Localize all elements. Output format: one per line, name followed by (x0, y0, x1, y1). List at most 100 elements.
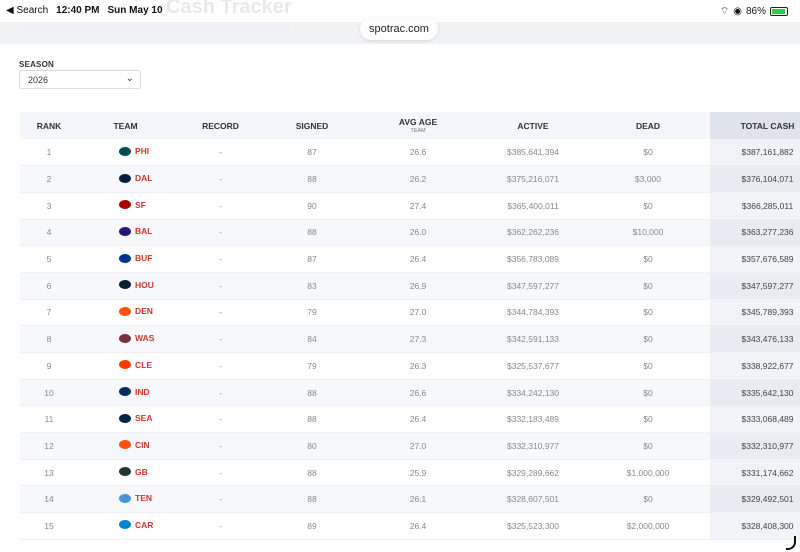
team-link[interactable]: WAS (135, 333, 154, 343)
team-cell[interactable]: CIN (78, 432, 173, 460)
wifi-icon: ⌔ (719, 6, 730, 17)
dead-cash-cell: $0 (586, 272, 710, 300)
team-link[interactable]: SEA (135, 413, 152, 423)
team-logo-icon (119, 200, 131, 210)
rank-cell: 2 (20, 165, 78, 193)
total-cash-cell: $331,174,662 (710, 459, 800, 487)
battery-percent: 86% (745, 6, 766, 17)
team-link[interactable]: GB (135, 467, 148, 477)
rank-cell: 3 (20, 192, 78, 220)
team-cell[interactable]: BUF (78, 245, 173, 273)
team-link[interactable]: DAL (135, 173, 152, 183)
team-cell[interactable]: CLE (78, 352, 173, 380)
team-cell[interactable]: GB (78, 459, 173, 487)
dead-cash-cell: $0 (586, 299, 710, 327)
team-link[interactable]: PHI (135, 146, 149, 156)
team-link[interactable]: BUF (135, 253, 152, 263)
table-row: 14 TEN -88 26.1 $328,607,501 $0 $329,492,501 (20, 485, 800, 514)
team-logo-icon (119, 493, 131, 503)
table-row: 5 BUF -87 26.4 $356,783,089 $0 $357,676,589 (20, 245, 800, 273)
team-cell[interactable]: DEN (78, 299, 173, 327)
avg-age-cell: 26.2 (356, 165, 480, 193)
team-link[interactable]: DEN (135, 306, 153, 316)
avg-age-cell: 27.0 (356, 432, 480, 460)
total-cash-cell: $357,676,589 (710, 245, 800, 273)
status-date: Sun May 10 (107, 5, 163, 16)
record-cell: - (173, 352, 268, 380)
record-cell: - (173, 192, 268, 220)
table-header-row: RANK TEAM RECORD SIGNED AVG AGE TEAM ACT… (20, 112, 800, 139)
signed-cell: 80 (268, 432, 356, 460)
team-cell[interactable]: HOU (78, 272, 173, 300)
record-cell: - (173, 405, 268, 434)
header-dead[interactable]: DEAD (586, 112, 710, 139)
signed-cell: 83 (268, 272, 356, 300)
team-link[interactable]: CIN (135, 440, 150, 450)
rank-cell: 11 (20, 405, 78, 434)
team-cell[interactable]: SF (78, 192, 173, 220)
avg-age-cell: 26.4 (356, 512, 480, 540)
chevron-down-icon: ⌄ (125, 73, 134, 84)
dead-cash-cell: $0 (586, 192, 710, 220)
signed-cell: 84 (268, 325, 356, 353)
total-cash-cell: $333,068,489 (710, 405, 800, 434)
total-cash-cell: $363,277,236 (710, 219, 800, 247)
header-team[interactable]: TEAM (78, 112, 173, 139)
team-link[interactable]: CAR (135, 520, 153, 530)
team-link[interactable]: BAL (135, 226, 152, 236)
header-avg-age-label: AVG AGE (398, 117, 438, 127)
active-cash-cell: $375,216,071 (480, 165, 586, 193)
signed-cell: 88 (268, 219, 356, 247)
record-cell: - (173, 272, 268, 300)
signed-cell: 90 (268, 192, 356, 220)
header-rank[interactable]: RANK (20, 112, 78, 139)
record-cell: - (173, 219, 268, 247)
avg-age-cell: 26.6 (356, 379, 480, 407)
total-cash-cell: $343,476,133 (710, 325, 800, 353)
avg-age-cell: 25.9 (356, 459, 480, 487)
team-cell[interactable]: CAR (78, 512, 173, 540)
team-cell[interactable]: IND (78, 379, 173, 407)
team-cell[interactable]: PHI (78, 139, 173, 167)
avg-age-cell: 26.4 (356, 245, 480, 273)
dead-cash-cell: $2,000,000 (586, 512, 710, 540)
battery-icon (770, 7, 788, 16)
header-avg-age[interactable]: AVG AGE TEAM (356, 112, 480, 139)
total-cash-cell: $366,285,011 (710, 192, 800, 220)
table-row: 12 CIN -80 27.0 $332,310,977 $0 $332,310,977 (20, 432, 800, 460)
team-link[interactable]: TEN (135, 493, 152, 503)
rank-cell: 6 (20, 272, 78, 300)
team-link[interactable]: IND (135, 387, 150, 397)
active-cash-cell: $325,523,300 (480, 512, 586, 540)
lock-rotation-icon: ◉ (733, 6, 742, 17)
rank-cell: 13 (20, 459, 78, 487)
team-logo-icon (119, 387, 131, 397)
team-link[interactable]: HOU (135, 280, 154, 290)
header-signed[interactable]: SIGNED (268, 112, 356, 139)
total-cash-cell: $376,104,071 (710, 165, 800, 193)
team-cell[interactable]: SEA (78, 405, 173, 434)
signed-cell: 79 (268, 352, 356, 380)
dead-cash-cell: $0 (586, 325, 710, 353)
team-cell[interactable]: BAL (78, 219, 173, 247)
team-cell[interactable]: TEN (78, 485, 173, 514)
team-link[interactable]: SF (135, 200, 146, 210)
team-link[interactable]: CLE (135, 360, 152, 370)
season-select[interactable]: 2026 ⌄ (19, 70, 141, 89)
dead-cash-cell: $0 (586, 432, 710, 460)
avg-age-cell: 26.0 (356, 219, 480, 247)
active-cash-cell: $356,783,089 (480, 245, 586, 273)
header-total-cash[interactable]: TOTAL CASH (710, 112, 800, 139)
avg-age-cell: 26.3 (356, 352, 480, 380)
team-cell[interactable]: DAL (78, 165, 173, 193)
total-cash-cell: $329,492,501 (710, 485, 800, 514)
signed-cell: 88 (268, 485, 356, 514)
url-bar[interactable]: spotrac.com (360, 18, 438, 40)
team-cell[interactable]: WAS (78, 325, 173, 353)
header-record[interactable]: RECORD (173, 112, 268, 139)
avg-age-cell: 27.4 (356, 192, 480, 220)
back-to-search-link[interactable]: ◀ Search (6, 5, 48, 16)
team-logo-icon (119, 173, 131, 183)
header-active[interactable]: ACTIVE (480, 112, 586, 139)
dead-cash-cell: $10,000 (586, 219, 710, 247)
